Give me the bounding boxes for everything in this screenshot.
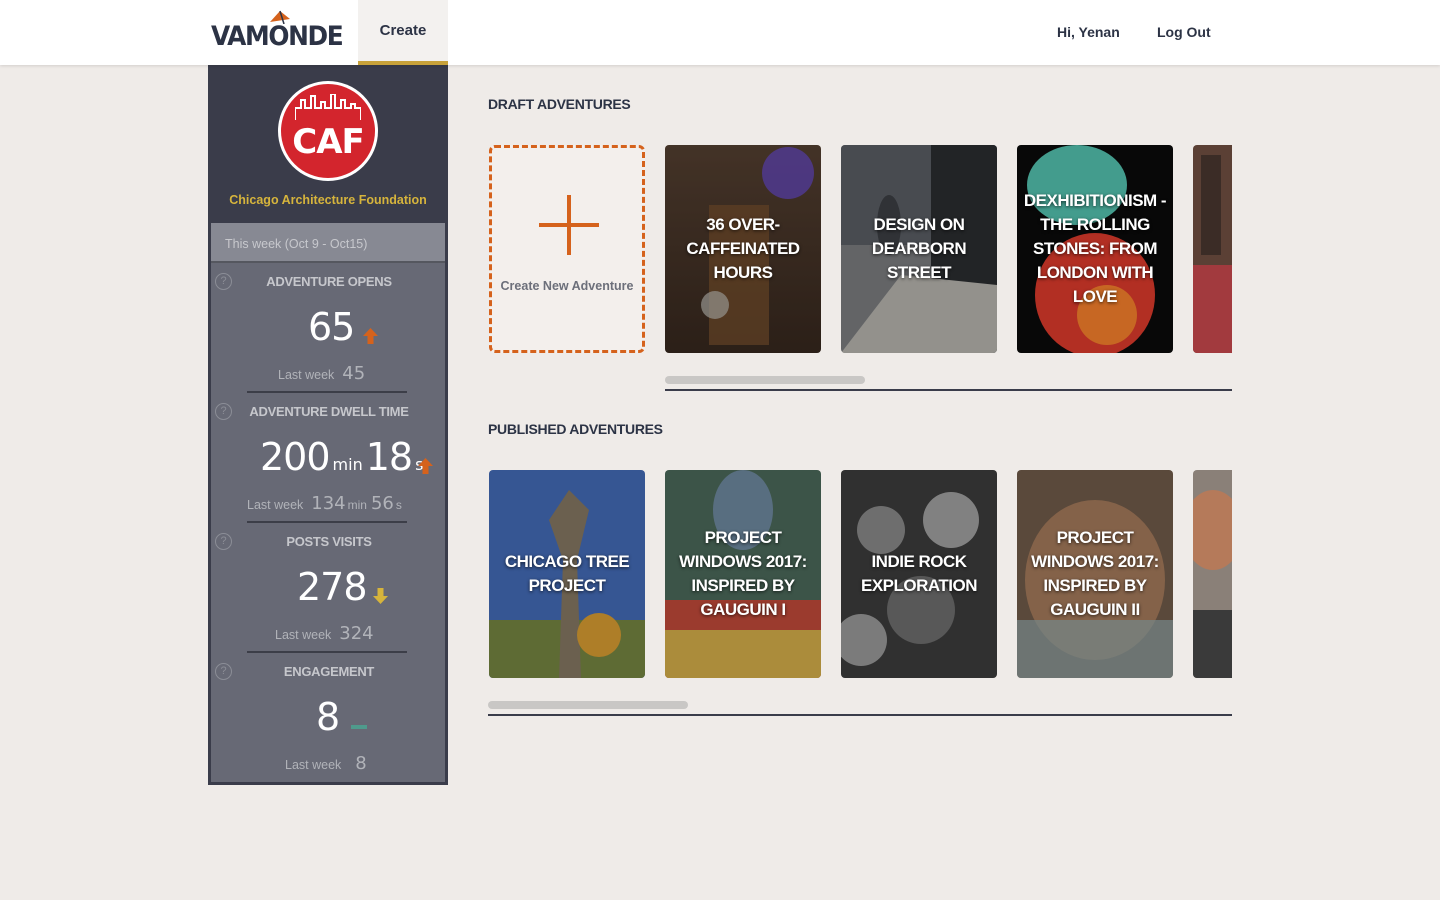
plus-icon: [539, 195, 599, 255]
draft-card[interactable]: DESIGN ON DEARBORN STREET: [841, 145, 997, 353]
stat-value: 200 min18 s: [260, 435, 426, 479]
stat-engagement: ? ENGAGEMENT 8 Last week 8: [211, 653, 445, 783]
stat-value: 65: [308, 305, 355, 349]
dwell-seconds: 18: [365, 435, 413, 479]
last-week-label: Last week: [247, 498, 304, 512]
card-title: [1197, 470, 1232, 678]
published-scrollbar-thumb[interactable]: [488, 701, 688, 709]
last-week-row: Last week 134 min 56 s: [247, 493, 404, 514]
last-week-value: 324: [339, 623, 374, 644]
umbrella-icon: [270, 10, 290, 24]
logout-link[interactable]: Log Out: [1157, 24, 1211, 40]
last-week-value: 8: [355, 753, 367, 774]
published-card[interactable]: INDIE ROCK EXPLORATION: [841, 470, 997, 678]
draft-scrollbar-track[interactable]: [665, 389, 1232, 391]
published-adventures-heading: PUBLISHED ADVENTURES: [488, 421, 663, 437]
stats-panel: This week (Oct 9 - Oct15) ? ADVENTURE OP…: [211, 223, 445, 782]
draft-scrollbar-thumb[interactable]: [665, 376, 865, 384]
top-navigation-bar: VAMONDE Create Hi, Yenan Log Out: [0, 0, 1440, 65]
org-logo-text: CAF: [292, 122, 365, 162]
draft-card[interactable]: DEXHIBITIONISM - THE ROLLING STONES: FRO…: [1017, 145, 1173, 353]
trend-up-icon: [418, 458, 433, 474]
user-greeting-link[interactable]: Hi, Yenan: [1057, 24, 1120, 40]
trend-down-icon: [373, 588, 388, 604]
published-scrollbar-track[interactable]: [488, 714, 1232, 716]
create-new-adventure-label: Create New Adventure: [500, 279, 634, 293]
card-title: PROJECT WINDOWS 2017: INSPIRED BY GAUGUI…: [1031, 528, 1159, 619]
draft-card[interactable]: 36 OVER-CAFFEINATED HOURS: [665, 145, 821, 353]
last-week-seconds-unit: s: [395, 498, 402, 512]
last-week-seconds: 56: [370, 493, 394, 514]
draft-adventures-heading: DRAFT ADVENTURES: [488, 96, 631, 112]
card-title: INDIE ROCK EXPLORATION: [860, 552, 978, 595]
trend-up-icon: [363, 328, 378, 344]
card-title: CHICAGO TREE PROJECT: [504, 552, 630, 595]
stat-posts-visits: ? POSTS VISITS 278 Last week 324: [211, 523, 445, 653]
card-title: DESIGN ON DEARBORN STREET: [871, 215, 967, 282]
last-week-row: Last week 324: [275, 623, 374, 644]
stat-value: 278: [297, 565, 368, 609]
published-card[interactable]: PROJECT WINDOWS 2017: INSPIRED BY GAUGUI…: [1017, 470, 1173, 678]
published-card[interactable]: CHICAGO TREE PROJECT: [489, 470, 645, 678]
draft-card[interactable]: [1193, 145, 1232, 353]
card-title: DEXHIBITIONISM - THE ROLLING STONES: FRO…: [1023, 191, 1167, 306]
last-week-label: Last week: [285, 758, 342, 772]
last-week-row: Last week 8: [285, 753, 367, 774]
org-logo: CAF: [278, 81, 378, 181]
last-week-row: Last week 45: [278, 363, 365, 384]
create-new-adventure-button[interactable]: Create New Adventure: [489, 145, 645, 353]
trend-flat-icon: [351, 725, 367, 729]
stat-label: ADVENTURE DWELL TIME: [249, 404, 409, 419]
nav-create-tab[interactable]: Create: [358, 0, 448, 65]
stat-adventure-opens: ? ADVENTURE OPENS 65 Last week 45: [211, 263, 445, 393]
draft-adventures-row: Create New Adventure 36 OVER-CAFFEINATED…: [488, 145, 1232, 355]
org-name: Chicago Architecture Foundation: [229, 193, 427, 207]
organization-sidebar: CAF Chicago Architecture Foundation This…: [208, 65, 448, 785]
last-week-label: Last week: [278, 368, 335, 382]
stat-label: ENGAGEMENT: [283, 664, 375, 679]
week-range-selector[interactable]: This week (Oct 9 - Oct15): [211, 223, 445, 263]
published-card[interactable]: [1193, 470, 1232, 678]
dwell-minutes-unit: min: [332, 455, 363, 474]
published-card[interactable]: PROJECT WINDOWS 2017: INSPIRED BY GAUGUI…: [665, 470, 821, 678]
dwell-minutes: 200: [260, 435, 331, 479]
vamonde-logo[interactable]: VAMONDE: [211, 10, 354, 52]
card-title: PROJECT WINDOWS 2017: INSPIRED BY GAUGUI…: [679, 528, 807, 619]
stat-value: 8: [316, 695, 340, 739]
skyline-icon: [295, 94, 361, 120]
published-adventures-row: CHICAGO TREE PROJECT PROJECT WINDOWS 201…: [488, 470, 1232, 680]
stat-label: ADVENTURE OPENS: [266, 274, 392, 289]
logo-text: VAMONDE: [211, 21, 344, 52]
last-week-minutes-unit: min: [347, 498, 367, 512]
card-title: 36 OVER-CAFFEINATED HOURS: [686, 215, 800, 282]
stat-dwell-time: ? ADVENTURE DWELL TIME 200 min18 s Last we…: [211, 393, 445, 523]
last-week-value: 45: [342, 363, 366, 384]
card-title: [1197, 145, 1232, 353]
last-week-label: Last week: [275, 628, 332, 642]
last-week-minutes: 134: [311, 493, 346, 514]
stat-label: POSTS VISITS: [286, 534, 372, 549]
